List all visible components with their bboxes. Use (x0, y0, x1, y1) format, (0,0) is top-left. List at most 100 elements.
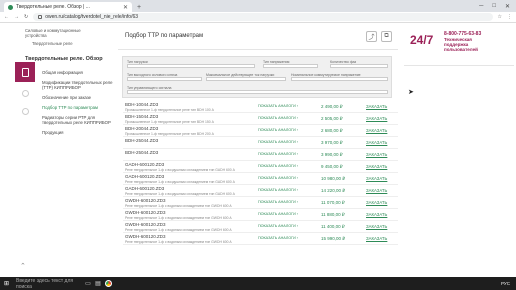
product-code[interactable]: GADH-600120.ZD3 (125, 174, 164, 179)
filter-select[interactable] (330, 64, 388, 68)
show-analogs-link[interactable]: ПОКАЗАТЬ АНАЛОГИ › (258, 140, 298, 144)
browser-tab[interactable]: Твердотельные реле. Обзор | ... ✕ (4, 2, 132, 12)
windows-start-icon[interactable]: ⊞ (0, 277, 13, 290)
order-link[interactable]: ЗАКАЗАТЬ (366, 188, 387, 193)
menu-item[interactable]: Обозначение при заказе (42, 95, 118, 100)
icon-rail (15, 62, 35, 122)
share-icon[interactable]: ⤴ (366, 31, 377, 42)
new-tab-button[interactable]: + (137, 4, 141, 11)
scroll-up-icon[interactable]: ⌃ (20, 262, 26, 270)
menu-item[interactable]: Общая информация (42, 70, 118, 75)
taskbar-search[interactable]: Введите здесь текст для поиска (13, 277, 83, 290)
breadcrumb-parent[interactable]: Силовые и коммутационные устройства (25, 28, 100, 38)
rail-item-overview[interactable] (15, 62, 35, 82)
taskbar: ⊞ Введите здесь текст для поиска ▭ ▤ РУС (0, 277, 516, 290)
rail-item-settings[interactable] (15, 104, 35, 118)
order-link[interactable]: ЗАКАЗАТЬ (366, 200, 387, 205)
order-link[interactable]: ЗАКАЗАТЬ (366, 224, 387, 229)
product-code[interactable]: GADH-600120.ZD3 (125, 186, 164, 191)
order-link[interactable]: ЗАКАЗАТЬ (366, 236, 387, 241)
order-link[interactable]: ЗАКАЗАТЬ (366, 140, 387, 145)
close-window-icon[interactable]: ✕ (505, 3, 510, 10)
star-icon[interactable]: ☆ (498, 14, 502, 20)
support-banner[interactable]: 24/7 8-800-775-63-83 Техническая поддерж… (404, 24, 514, 66)
support-text: Техническая поддержка пользователей (444, 37, 478, 52)
main-header: Подбор ТТР по параметрам ⤴ ⧉ (118, 24, 398, 50)
filter-select[interactable] (127, 90, 388, 94)
table-row: GWDH-600120.ZD3 Реле твердотельное 1-ф с … (123, 233, 398, 245)
show-analogs-link[interactable]: ПОКАЗАТЬ АНАЛОГИ › (258, 116, 298, 120)
order-link[interactable]: ЗАКАЗАТЬ (366, 212, 387, 217)
rail-item-filter[interactable] (15, 86, 35, 100)
filter-select[interactable] (206, 77, 286, 81)
menu-item[interactable]: Радиаторы серии РТР для твердотельных ре… (42, 115, 118, 125)
close-tab-icon[interactable]: ✕ (123, 4, 128, 11)
menu-item-selected[interactable]: Подбор ТТР по параметрам (42, 105, 118, 110)
address-bar-row: ← → ↻ owen.ru/catalog/tverdotel_nie_rele… (0, 12, 516, 23)
table-row: GADH-600120.ZD3 Реле твердотельное 1-ф с … (123, 173, 398, 185)
forward-icon[interactable]: → (14, 14, 19, 20)
filter-select[interactable] (127, 64, 255, 68)
product-code[interactable]: GWDH-600120.ZD3 (125, 210, 166, 215)
order-link[interactable]: ЗАКАЗАТЬ (366, 152, 387, 157)
product-code[interactable]: BDH-20044.ZD3 (125, 126, 158, 131)
product-code[interactable]: GWDH-600120.ZD3 (125, 198, 166, 203)
maximize-icon[interactable]: □ (492, 3, 496, 10)
show-analogs-link[interactable]: ПОКАЗАТЬ АНАЛОГИ › (258, 200, 298, 204)
product-code[interactable]: BDH-15044.ZD3 (125, 114, 158, 119)
show-analogs-link[interactable]: ПОКАЗАТЬ АНАЛОГИ › (258, 212, 298, 216)
filter-select[interactable] (263, 64, 318, 68)
window-controls: ─ □ ✕ (479, 3, 516, 10)
show-analogs-link[interactable]: ПОКАЗАТЬ АНАЛОГИ › (258, 104, 298, 108)
back-icon[interactable]: ← (4, 14, 9, 20)
show-analogs-link[interactable]: ПОКАЗАТЬ АНАЛОГИ › (258, 128, 298, 132)
product-code[interactable]: BDH-25044.ZD3 (125, 138, 158, 143)
product-price: 11 070,00 ₽ (321, 200, 345, 205)
show-analogs-link[interactable]: ПОКАЗАТЬ АНАЛОГИ › (258, 236, 298, 240)
product-code[interactable]: GWDH-600120.ZD3 (125, 234, 166, 239)
support-247-logo: 24/7 (410, 33, 434, 47)
order-link[interactable]: ЗАКАЗАТЬ (366, 128, 387, 133)
menu-item[interactable]: Модификации твердотельных реле (ТТР) КИП… (42, 80, 118, 90)
table-row: BDH-25044.ZD3 ПОКАЗАТЬ АНАЛОГИ › 3 970,00 … (123, 137, 398, 149)
product-price: 2 505,00 ₽ (321, 116, 343, 121)
product-price: 11 400,00 ₽ (321, 224, 345, 229)
table-row: BDH-25044.ZD3 ПОКАЗАТЬ АНАЛОГИ › 3 990,00 … (123, 149, 398, 161)
product-code[interactable]: BDH-25044.ZD3 (125, 150, 158, 155)
explorer-icon[interactable]: ▤ (93, 277, 103, 290)
language-indicator[interactable]: РУС (501, 281, 516, 286)
address-bar[interactable]: owen.ru/catalog/tverdotel_nie_rele/info/… (33, 13, 493, 21)
show-analogs-link[interactable]: ПОКАЗАТЬ АНАЛОГИ › (258, 164, 298, 168)
external-link-icon[interactable]: ⧉ (381, 31, 392, 42)
product-description: Реле твердотельное 1-ф с воздушным охлаж… (125, 167, 235, 172)
product-code[interactable]: BDH-10044.ZD3 (125, 102, 158, 107)
filter-select[interactable] (127, 77, 202, 81)
menu-dots-icon[interactable]: ⋮ (507, 14, 512, 20)
menu-item[interactable]: Продукция (42, 130, 118, 135)
show-analogs-link[interactable]: ПОКАЗАТЬ АНАЛОГИ › (258, 224, 298, 228)
filter-select[interactable] (291, 77, 388, 81)
chrome-taskbar-icon[interactable] (103, 277, 113, 290)
product-code[interactable]: GWDH-600120.ZD3 (125, 222, 166, 227)
order-link[interactable]: ЗАКАЗАТЬ (366, 116, 387, 121)
product-price: 14 220,00 ₽ (321, 188, 346, 193)
reload-icon[interactable]: ↻ (24, 14, 28, 20)
minimize-icon[interactable]: ─ (479, 3, 483, 10)
filter-icon (21, 89, 29, 97)
document-icon (21, 67, 29, 77)
order-link[interactable]: ЗАКАЗАТЬ (366, 176, 387, 181)
section-menu: Общая информация Модификации твердотельн… (42, 70, 118, 140)
tab-title: Твердотельные реле. Обзор | ... (16, 4, 90, 10)
table-row: GADH-600120.ZD3 Реле твердотельное 1-ф с … (123, 161, 398, 173)
show-analogs-link[interactable]: ПОКАЗАТЬ АНАЛОГИ › (258, 188, 298, 192)
url-text: owen.ru/catalog/tverdotel_nie_rele/info/… (45, 14, 139, 20)
order-link[interactable]: ЗАКАЗАТЬ (366, 164, 387, 169)
breadcrumb-current[interactable]: Твердотельные реле (32, 41, 73, 46)
show-analogs-link[interactable]: ПОКАЗАТЬ АНАЛОГИ › (258, 176, 298, 180)
task-view-icon[interactable]: ▭ (83, 277, 93, 290)
product-code[interactable]: GADH-600120.ZD3 (125, 162, 164, 167)
product-description: Промышленное 1-ф твердотельное реле тип … (125, 119, 214, 124)
order-link[interactable]: ЗАКАЗАТЬ (366, 104, 387, 109)
show-analogs-link[interactable]: ПОКАЗАТЬ АНАЛОГИ › (258, 152, 298, 156)
table-row: BDH-15044.ZD3 Промышленное 1-ф твердотель… (123, 113, 398, 125)
